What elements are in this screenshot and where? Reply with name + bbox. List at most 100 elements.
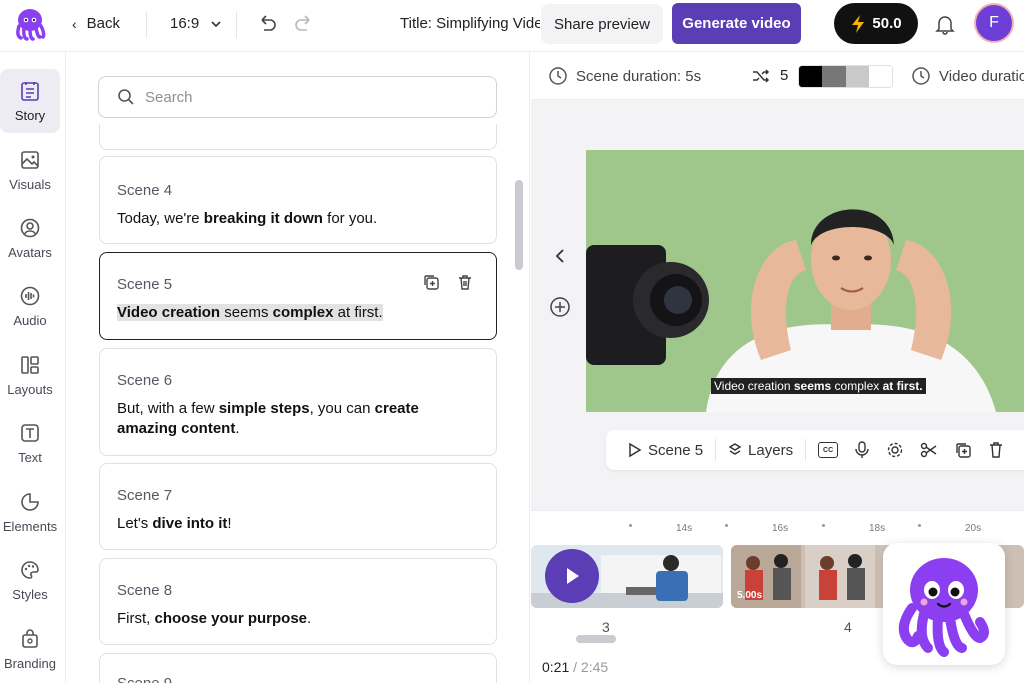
timeline-tick: 18s [869,523,886,534]
scene-duration[interactable]: Scene duration: 5s [548,66,701,86]
avatar-icon [20,218,40,237]
palette-icon [21,560,39,579]
scene-label: Scene 6 [117,372,173,389]
scissors-icon[interactable] [920,441,938,459]
text-icon [21,423,39,442]
branding-icon [22,628,38,648]
playback-time: 0:21 / 2:45 [542,659,609,675]
sidebar-item-styles[interactable]: Styles [0,548,60,612]
scrollbar-thumb[interactable] [515,180,523,270]
sidebar-item-visuals[interactable]: Visuals [0,138,60,202]
share-preview-button[interactable]: Share preview [541,4,663,44]
video-duration[interactable]: Video duration [911,66,1024,86]
trash-icon[interactable] [456,273,474,291]
scene-text[interactable]: Let's dive into it! [117,514,480,534]
timeline-tick: 16s [772,523,789,534]
swatch-black [799,66,823,87]
scene-text[interactable]: First, choose your purpose. [117,609,480,629]
plus-circle-icon [550,297,570,317]
scene-card-8[interactable]: Scene 8 First, choose your purpose. [99,558,497,645]
redo-icon [295,15,310,31]
chevron-left-icon [555,249,564,263]
scene-card-partial[interactable] [99,124,497,150]
sidebar-item-text[interactable]: Text [0,411,60,475]
top-bar: ‹ Back 16:9 Title: Simplifying Video Cre… [0,0,1024,52]
swatch-gray [822,66,846,87]
scene-text[interactable]: Video creation seems complex at first. [117,303,480,323]
back-button[interactable]: ‹ Back [72,15,120,32]
shuffle-button[interactable]: 5 [752,67,788,84]
sidebar-item-story[interactable]: Story [0,69,60,133]
clock-icon [912,67,930,85]
sidebar-item-avatars[interactable]: Avatars [0,206,60,270]
sidebar: Story Visuals Avatars Audio Layouts Text… [0,52,66,683]
play-icon [567,568,579,584]
sidebar-item-elements[interactable]: Elements [0,480,60,544]
search-icon [118,89,134,105]
undo-icon [261,15,276,31]
scene-card-4[interactable]: Scene 4 Today, we're breaking it down fo… [99,156,497,244]
layers-icon [728,443,742,455]
color-palette-swatches[interactable] [798,65,893,88]
microphone-icon[interactable] [854,441,870,459]
assistant-mascot-button[interactable] [883,543,1005,665]
duplicate-icon[interactable] [422,273,440,291]
duplicate-icon[interactable] [954,441,972,459]
clip-number: 3 [602,619,610,635]
scene-label: Scene 8 [117,582,173,599]
redo-button[interactable] [294,14,314,32]
scene-play-button[interactable]: Scene 5 [628,442,703,459]
shuffle-icon [753,68,770,83]
elements-icon [21,492,39,511]
trash-icon[interactable] [988,441,1004,459]
timeline-tick: 20s [965,523,982,534]
user-avatar[interactable]: F [974,3,1014,43]
swatch-white [868,66,892,87]
aspect-ratio-select[interactable]: 16:9 [170,15,221,32]
video-title[interactable]: Title: Simplifying Video Creation [390,14,540,32]
sidebar-item-layouts[interactable]: Layouts [0,343,60,407]
generate-video-button[interactable]: Generate video [672,3,801,44]
swatch-light-gray [845,66,869,87]
timeline-tick: 14s [676,523,693,534]
clip-number: 4 [844,619,852,635]
scene-label: Scene 9 [117,675,172,683]
lightning-icon [852,14,865,33]
timeline-scrollbar[interactable] [576,635,616,643]
add-scene-button[interactable] [549,296,571,323]
story-icon [21,81,39,101]
captions-button[interactable]: CC [818,442,839,458]
scene-label: Scene 5 [117,276,173,293]
video-caption: Video creation seems complex at first. [711,378,926,394]
logo[interactable] [12,6,48,42]
prev-scene-button[interactable] [553,248,567,269]
scene-card-7[interactable]: Scene 7 Let's dive into it! [99,463,497,550]
scene-toolbar: Scene duration: 5s 5 Video duration [531,52,1024,100]
audio-icon [20,286,40,305]
undo-button[interactable] [257,14,277,32]
video-frame-image [586,150,1024,412]
scene-card-6[interactable]: Scene 6 But, with a few simple steps, yo… [99,348,497,456]
notifications-button[interactable] [934,13,956,35]
image-icon [21,150,39,169]
scene-controls: Scene 5 Layers CC [606,430,1024,470]
play-icon [629,442,642,458]
scene-label: Scene 7 [117,487,173,504]
sidebar-item-audio[interactable]: Audio [0,274,60,338]
scene-text[interactable]: Today, we're breaking it down for you. [117,209,480,229]
chevron-down-icon [211,20,221,27]
layers-button[interactable]: Layers [728,442,793,459]
scene-label: Scene 4 [117,182,173,199]
chevron-left-icon: ‹ [72,15,77,32]
settings-icon[interactable] [886,441,904,459]
scene-text[interactable]: But, with a few simple steps, you can cr… [117,399,480,439]
layouts-icon [21,355,39,374]
octopus-logo-icon [16,9,46,41]
scene-card-5[interactable]: Scene 5 Video creation seems complex at … [99,252,497,340]
search-input[interactable]: Search [98,76,497,118]
sidebar-item-branding[interactable]: Branding [0,617,60,681]
scene-card-9[interactable]: Scene 9 [99,653,497,683]
credits-badge[interactable]: 50.0 [834,3,918,44]
video-preview[interactable]: Video creation seems complex at first. [586,150,1024,412]
timeline-play-button[interactable] [545,549,599,603]
